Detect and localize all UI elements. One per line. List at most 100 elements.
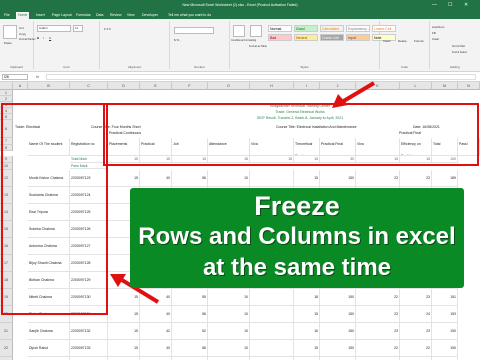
tell-me-box[interactable]: Tell me what you want to do: [166, 12, 213, 19]
mark-cell[interactable]: 150: [320, 340, 356, 357]
copy-button[interactable]: Copy: [19, 32, 26, 36]
tab-formulas[interactable]: Formulas: [74, 12, 93, 19]
mark-cell[interactable]: 40: [140, 306, 172, 323]
mark-cell[interactable]: 22: [400, 340, 432, 357]
mark-cell[interactable]: 52: [172, 323, 208, 340]
mark-cell[interactable]: 10: [208, 306, 250, 323]
student-name[interactable]: Dipok Rahul: [28, 340, 70, 357]
cell-style[interactable]: Calculation: [320, 25, 344, 32]
mark-cell[interactable]: 10: [208, 323, 250, 340]
mark-cell[interactable]: 24: [400, 306, 432, 323]
cell-style[interactable]: Normal: [268, 25, 292, 32]
mark-cell[interactable]: 15: [294, 340, 320, 357]
tab-data[interactable]: Data: [94, 12, 105, 19]
mark-cell[interactable]: 40: [140, 340, 172, 357]
tab-home[interactable]: Home: [16, 12, 30, 19]
fill-button[interactable]: Fill: [432, 31, 436, 35]
underline-icon[interactable]: U: [49, 36, 51, 40]
column-header[interactable]: C: [70, 82, 108, 90]
column-header[interactable]: A: [13, 82, 28, 90]
mark-cell[interactable]: 10: [208, 340, 250, 357]
mark-cell[interactable]: 153: [432, 306, 458, 323]
mark-cell[interactable]: 23: [356, 170, 400, 187]
mark-cell[interactable]: 56: [172, 306, 208, 323]
conditional-formatting-button[interactable]: Conditional Formatting: [231, 39, 256, 42]
mark-cell[interactable]: 55: [172, 289, 208, 306]
mark-cell[interactable]: [250, 289, 294, 306]
paste-icon[interactable]: [3, 25, 17, 39]
cell-style[interactable]: Good: [294, 25, 318, 32]
mark-cell[interactable]: 22: [356, 340, 400, 357]
mark-cell[interactable]: 10: [208, 289, 250, 306]
column-header[interactable]: L: [400, 82, 432, 90]
mark-cell[interactable]: 23: [400, 170, 432, 187]
format-as-table-button[interactable]: Format as Table: [249, 45, 267, 48]
mark-cell[interactable]: 23: [356, 323, 400, 340]
format-as-table-icon[interactable]: [250, 25, 262, 37]
column-header[interactable]: G: [208, 82, 250, 90]
column-header[interactable]: M: [432, 82, 458, 90]
mark-cell[interactable]: 15: [294, 170, 320, 187]
delete-button[interactable]: Delete: [398, 39, 407, 43]
insert-button[interactable]: Insert: [383, 39, 391, 43]
mark-cell[interactable]: 23: [400, 289, 432, 306]
tab-page-layout[interactable]: Page Layout: [50, 12, 74, 19]
name-box[interactable]: I26: [2, 74, 28, 80]
mark-cell[interactable]: 15: [108, 323, 140, 340]
mark-cell[interactable]: 10: [208, 170, 250, 187]
cell-style[interactable]: Neutral: [294, 34, 318, 41]
number-format-select[interactable]: [174, 27, 214, 34]
mark-cell[interactable]: 15: [108, 340, 140, 357]
mark-cell[interactable]: 56: [172, 170, 208, 187]
clear-button[interactable]: Clear: [432, 37, 439, 41]
cell-style[interactable]: Check Cell: [320, 34, 344, 41]
mark-cell[interactable]: 18: [294, 289, 320, 306]
mark-cell[interactable]: [250, 323, 294, 340]
mark-cell[interactable]: 15: [294, 306, 320, 323]
mark-cell[interactable]: [250, 340, 294, 357]
find-select-button[interactable]: Find & Select: [452, 51, 467, 54]
mark-cell[interactable]: 15: [108, 306, 140, 323]
mark-cell[interactable]: 42: [140, 323, 172, 340]
tab-developer[interactable]: Developer: [140, 12, 160, 19]
tab-file[interactable]: File: [2, 12, 12, 19]
tab-insert[interactable]: Insert: [34, 12, 47, 19]
column-header[interactable]: H: [250, 82, 294, 90]
mark-cell[interactable]: 16: [294, 323, 320, 340]
mark-cell[interactable]: 150: [320, 306, 356, 323]
mark-cell[interactable]: 40: [140, 170, 172, 187]
column-header[interactable]: B: [28, 82, 70, 90]
percent-icon[interactable]: $ % ,: [174, 38, 181, 42]
autosum-button[interactable]: AutoSum: [432, 25, 444, 29]
mark-cell[interactable]: 151: [432, 289, 458, 306]
sort-filter-button[interactable]: Sort & Filter: [452, 45, 465, 48]
mark-cell[interactable]: 189: [432, 170, 458, 187]
row-header[interactable]: 22: [0, 340, 13, 357]
column-header[interactable]: E: [140, 82, 172, 90]
mark-cell[interactable]: 23: [356, 306, 400, 323]
mark-cell[interactable]: 15: [108, 170, 140, 187]
mark-cell[interactable]: 150: [320, 289, 356, 306]
close-button[interactable]: ✕: [464, 2, 468, 8]
row-header[interactable]: 21: [0, 323, 13, 340]
mark-cell[interactable]: 56: [172, 340, 208, 357]
format-button[interactable]: Format: [414, 39, 424, 43]
mark-cell[interactable]: 150: [320, 170, 356, 187]
registration-no[interactable]: 2200097132: [70, 323, 108, 340]
column-header[interactable]: N: [458, 82, 480, 90]
column-header[interactable]: F: [172, 82, 208, 90]
mark-cell[interactable]: [250, 170, 294, 187]
mark-cell[interactable]: 22: [356, 289, 400, 306]
conditional-formatting-icon[interactable]: [233, 25, 245, 37]
column-header[interactable]: I: [294, 82, 320, 90]
minimize-button[interactable]: —: [432, 2, 437, 8]
cell-style[interactable]: Input: [346, 34, 370, 41]
bold-icon[interactable]: B: [37, 36, 39, 40]
mark-cell[interactable]: 23: [400, 323, 432, 340]
font-name-select[interactable]: Calibri: [37, 25, 71, 32]
cell-style[interactable]: Bad: [268, 34, 292, 41]
font-size-select[interactable]: 11: [73, 25, 83, 32]
fx-icon[interactable]: fx: [36, 74, 39, 79]
align-icon[interactable]: ≡ ≡ ≡: [104, 27, 111, 31]
mark-cell[interactable]: 150: [320, 323, 356, 340]
